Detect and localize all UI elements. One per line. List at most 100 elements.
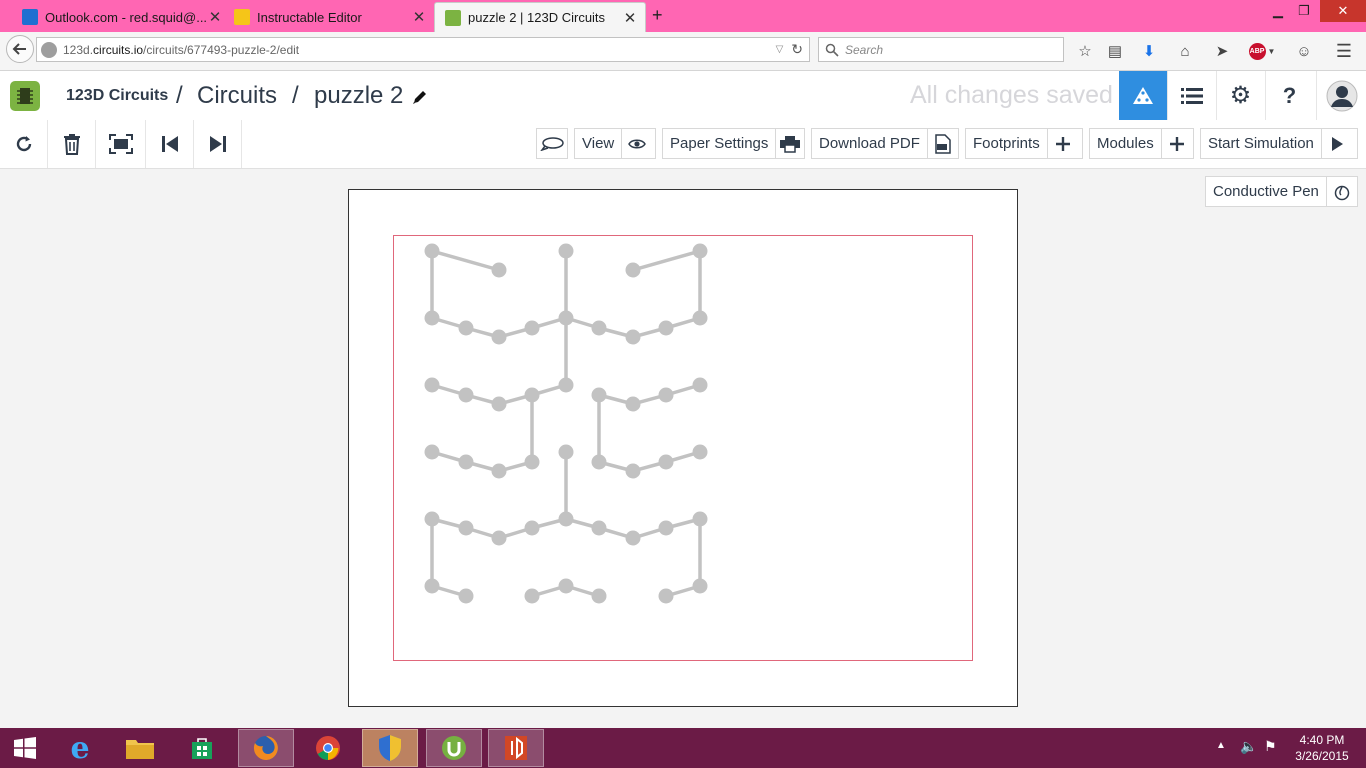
search-bar[interactable]: Search (818, 37, 1064, 62)
show-hidden-icons-icon[interactable]: ▲ (1216, 740, 1226, 751)
security-shield-icon[interactable] (362, 729, 418, 767)
send-icon[interactable]: ➤ (1212, 41, 1232, 61)
edit-pencil-icon[interactable] (411, 88, 429, 111)
avatar-icon (1326, 80, 1357, 111)
internet-explorer-icon[interactable]: e (52, 729, 108, 767)
firefox-icon[interactable] (238, 729, 294, 767)
download-pdf-button[interactable]: Download PDF (811, 128, 959, 159)
save-status: All changes saved (910, 81, 1113, 109)
menu-icon[interactable]: ☰ (1334, 41, 1354, 61)
clock-date: 3/26/2015 (1295, 749, 1349, 763)
restore-icon[interactable]: ❐ (1288, 0, 1320, 22)
breadcrumb-separator: / (176, 82, 183, 109)
window-close-icon[interactable]: ✕ (1320, 0, 1366, 22)
plus-icon (1046, 129, 1078, 158)
browser-navbar: 123d. circuits.io/circuits/677493-puzzle-… (0, 32, 1366, 71)
chip-icon (17, 88, 33, 104)
paper-settings-button[interactable]: Paper Settings (662, 128, 805, 159)
trash-icon (63, 134, 80, 155)
utorrent-icon[interactable] (426, 729, 482, 767)
eye-icon (621, 129, 652, 158)
outlook-icon (22, 9, 38, 25)
volume-icon[interactable]: 🔈 (1240, 738, 1257, 755)
paper-settings-label: Paper Settings (670, 135, 769, 152)
windows-store-icon[interactable] (174, 729, 230, 767)
home-icon[interactable]: ⌂ (1175, 41, 1195, 61)
tab-outlook[interactable]: Outlook.com - red.squid@... ✕ (12, 2, 230, 32)
url-bar[interactable]: 123d. circuits.io/circuits/677493-puzzle-… (36, 37, 810, 62)
url-domain: circuits.io (93, 42, 144, 57)
dropdown-arrow-icon[interactable]: ▽ (776, 44, 784, 55)
pdf-file-icon (926, 129, 958, 158)
view-button[interactable]: View (574, 128, 656, 159)
settings-gear-icon[interactable]: ⚙ (1216, 71, 1264, 120)
list-view-button[interactable] (1167, 71, 1215, 120)
breadboard-view-button[interactable] (1119, 71, 1167, 120)
new-tab-icon[interactable]: + (652, 5, 663, 26)
office-app-icon[interactable] (488, 729, 544, 767)
bookmark-star-icon[interactable]: ☆ (1075, 41, 1095, 61)
undo-button[interactable] (146, 120, 194, 168)
instructables-robot-icon (234, 9, 250, 25)
browser-tab-strip: Outlook.com - red.squid@... ✕ Instructab… (0, 0, 1366, 32)
rotate-button[interactable] (0, 120, 48, 168)
download-icon[interactable]: ⬇ (1139, 41, 1159, 61)
skip-forward-icon (209, 136, 226, 152)
breadcrumb-separator: / (292, 82, 299, 109)
url-prefix: 123d. (63, 42, 94, 57)
breadboard-icon (1133, 86, 1153, 104)
redo-button[interactable] (194, 120, 242, 168)
tab-puzzle-2[interactable]: puzzle 2 | 123D Circuits ✕ (434, 2, 646, 32)
system-clock[interactable]: 4:40 PM 3/26/2015 (1290, 732, 1354, 764)
circuits-app-icon (445, 9, 461, 26)
print-area-border (393, 235, 973, 661)
file-explorer-icon[interactable] (112, 729, 168, 767)
clock-time: 4:40 PM (1299, 733, 1345, 747)
footprints-button[interactable]: Footprints (965, 128, 1083, 159)
search-icon (825, 43, 839, 57)
brand-link[interactable]: 123D Circuits (66, 87, 168, 105)
rotate-icon (16, 136, 31, 152)
back-button[interactable] (6, 35, 34, 63)
windows-taskbar: e ▲ 🔈 ⚑ 4:40 PM 3/26/2015 (0, 728, 1366, 768)
help-button[interactable]: ? (1265, 71, 1313, 120)
reading-list-icon[interactable]: ▤ (1105, 41, 1125, 61)
app-header: 123D Circuits / Circuits / puzzle 2 All … (0, 71, 1366, 121)
tab-instructable[interactable]: Instructable Editor ✕ (224, 2, 434, 32)
action-center-flag-icon[interactable]: ⚑ (1264, 738, 1277, 755)
app-logo[interactable] (10, 81, 40, 111)
start-simulation-label: Start Simulation (1208, 135, 1314, 152)
chrome-icon[interactable] (300, 729, 356, 767)
user-avatar[interactable] (1316, 71, 1366, 120)
breadcrumb-circuits[interactable]: Circuits (197, 82, 277, 110)
editor-toolbar: View Paper Settings Download PDF Footpri… (0, 120, 1366, 169)
play-icon (1320, 129, 1352, 158)
tab-title: puzzle 2 | 123D Circuits (468, 10, 606, 25)
skip-back-icon (161, 136, 178, 152)
plus-icon (1160, 129, 1192, 158)
delete-button[interactable] (48, 120, 96, 168)
download-pdf-label: Download PDF (819, 135, 920, 152)
circuit-title[interactable]: puzzle 2 (314, 82, 403, 110)
printer-icon (775, 129, 804, 158)
close-icon[interactable]: ✕ (206, 8, 224, 26)
tab-title: Instructable Editor (257, 9, 362, 25)
back-arrow-icon (12, 43, 26, 55)
windows-start-icon[interactable] (0, 729, 50, 767)
fit-view-icon (108, 134, 133, 154)
tab-title: Outlook.com - red.squid@... (45, 9, 206, 25)
start-simulation-button[interactable]: Start Simulation (1200, 128, 1358, 159)
smiley-icon[interactable]: ☺ (1294, 41, 1314, 61)
ink-drop-icon (1325, 177, 1357, 206)
fit-to-view-button[interactable] (96, 120, 146, 168)
reload-icon[interactable]: ↻ (791, 41, 803, 58)
modules-button[interactable]: Modules (1089, 128, 1194, 159)
modules-label: Modules (1097, 135, 1154, 152)
view-label: View (582, 135, 615, 152)
adblock-icon[interactable]: ABP ▼ (1248, 41, 1276, 61)
footprints-label: Footprints (973, 135, 1040, 152)
close-icon[interactable]: ✕ (410, 8, 428, 26)
close-icon[interactable]: ✕ (621, 9, 639, 27)
annotation-button[interactable] (536, 128, 568, 159)
conductive-pen-button[interactable]: Conductive Pen (1205, 176, 1358, 207)
